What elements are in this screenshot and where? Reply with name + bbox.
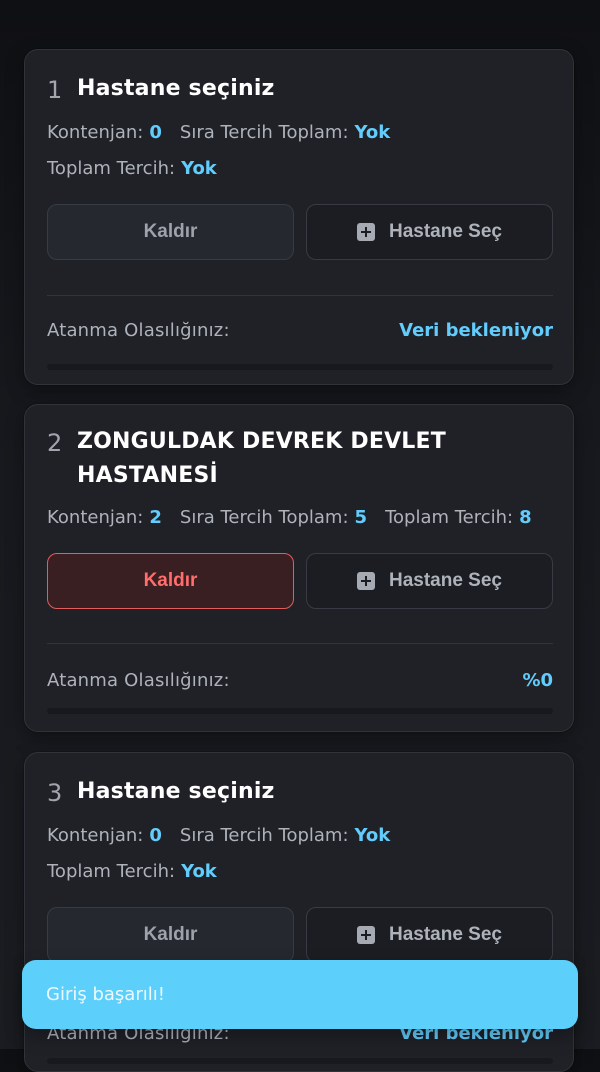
card-bottom-shadow bbox=[47, 364, 553, 370]
stat-quota: Kontenjan: 0 bbox=[47, 823, 162, 849]
preference-index: 2 bbox=[47, 429, 63, 457]
stat-label: Sıra Tercih Toplam: bbox=[179, 825, 349, 846]
card-actions: Kaldır Hastane Seç bbox=[47, 553, 553, 609]
select-hospital-label: Hastane Seç bbox=[388, 570, 502, 591]
card-divider bbox=[47, 295, 553, 296]
hospital-preference-card-1: 1 Hastane seçiniz Kontenjan: 0 Sıra Terc… bbox=[24, 49, 574, 385]
preference-index: 3 bbox=[47, 779, 63, 807]
stat-label: Kontenjan: bbox=[47, 825, 144, 846]
stat-value: Yok bbox=[354, 825, 391, 846]
card-bottom-shadow bbox=[47, 1058, 553, 1064]
login-success-toast: Giriş başarılı! bbox=[22, 960, 578, 1029]
stat-value: 0 bbox=[149, 825, 162, 846]
stat-total-preference: Toplam Tercih: Yok bbox=[47, 859, 217, 885]
hospital-title: Hastane seçiniz bbox=[77, 76, 275, 101]
assignment-probability-row: Atanma Olasılığınız: %0 bbox=[47, 670, 553, 691]
select-hospital-button[interactable]: Hastane Seç bbox=[306, 204, 553, 260]
stat-value: 8 bbox=[519, 507, 532, 528]
stat-rank-preference-total: Sıra Tercih Toplam: Yok bbox=[180, 823, 390, 849]
card-actions: Kaldır Hastane Seç bbox=[47, 907, 553, 963]
card-divider bbox=[47, 643, 553, 644]
stat-label: Kontenjan: bbox=[47, 122, 144, 143]
hospital-preference-card-2: 2 ZONGULDAK DEVREK DEVLET HASTANESİ Kont… bbox=[24, 404, 574, 732]
assignment-probability-value: %0 bbox=[522, 670, 553, 691]
hospital-preferences-list: 1 Hastane seçiniz Kontenjan: 0 Sıra Terc… bbox=[0, 0, 600, 1072]
remove-button[interactable]: Kaldır bbox=[47, 907, 294, 963]
stat-value: 0 bbox=[149, 122, 162, 143]
stat-total-preference: Toplam Tercih: Yok bbox=[47, 156, 217, 182]
preference-index: 1 bbox=[47, 76, 63, 104]
stat-value: Yok bbox=[354, 122, 391, 143]
stat-value: 2 bbox=[149, 507, 162, 528]
assignment-probability-label: Atanma Olasılığınız: bbox=[47, 320, 230, 341]
stats-line-2: Toplam Tercih: Yok bbox=[47, 156, 235, 182]
stats-line-2: Toplam Tercih: Yok bbox=[47, 859, 235, 885]
stat-label: Toplam Tercih: bbox=[47, 861, 176, 882]
stat-total-preference: Toplam Tercih: 8 bbox=[385, 505, 532, 531]
hospital-title: ZONGULDAK DEVREK DEVLET HASTANESİ bbox=[77, 429, 446, 488]
stat-rank-preference-total: Sıra Tercih Toplam: 5 bbox=[180, 505, 367, 531]
assignment-probability-label: Atanma Olasılığınız: bbox=[47, 670, 230, 691]
select-hospital-label: Hastane Seç bbox=[388, 924, 502, 945]
card-actions: Kaldır Hastane Seç bbox=[47, 204, 553, 260]
stat-label: Toplam Tercih: bbox=[385, 507, 514, 528]
stats-line-1: Kontenjan: 0 Sıra Tercih Toplam: Yok bbox=[47, 120, 408, 146]
card-header: 3 Hastane seçiniz bbox=[47, 775, 547, 811]
plus-square-icon bbox=[356, 223, 375, 241]
card-header: 2 ZONGULDAK DEVREK DEVLET HASTANESİ bbox=[47, 425, 547, 493]
stat-value: 5 bbox=[354, 507, 368, 528]
assignment-probability-value: Veri bekleniyor bbox=[399, 320, 553, 341]
stat-label: Kontenjan: bbox=[47, 507, 144, 528]
stat-value: Yok bbox=[181, 158, 217, 179]
plus-square-icon bbox=[356, 572, 375, 590]
assignment-probability-row: Atanma Olasılığınız: Veri bekleniyor bbox=[47, 320, 553, 341]
stat-quota: Kontenjan: 2 bbox=[47, 505, 162, 531]
stats-line-1: Kontenjan: 0 Sıra Tercih Toplam: Yok bbox=[47, 823, 408, 849]
select-hospital-label: Hastane Seç bbox=[388, 221, 502, 242]
plus-square-icon bbox=[356, 926, 375, 944]
toast-message: Giriş başarılı! bbox=[46, 984, 165, 1005]
remove-button[interactable]: Kaldır bbox=[47, 204, 294, 260]
remove-button[interactable]: Kaldır bbox=[47, 553, 294, 609]
stat-value: Yok bbox=[181, 861, 217, 882]
stat-label: Toplam Tercih: bbox=[47, 158, 176, 179]
hospital-title: Hastane seçiniz bbox=[77, 779, 275, 804]
card-header: 1 Hastane seçiniz bbox=[47, 72, 547, 108]
stat-label: Sıra Tercih Toplam: bbox=[179, 122, 349, 143]
stat-label: Sıra Tercih Toplam: bbox=[179, 507, 349, 528]
card-bottom-shadow bbox=[47, 708, 553, 714]
select-hospital-button[interactable]: Hastane Seç bbox=[306, 907, 553, 963]
stats-line-1: Kontenjan: 2 Sıra Tercih Toplam: 5 Topla… bbox=[47, 505, 550, 531]
stat-quota: Kontenjan: 0 bbox=[47, 120, 162, 146]
stat-rank-preference-total: Sıra Tercih Toplam: Yok bbox=[180, 120, 390, 146]
select-hospital-button[interactable]: Hastane Seç bbox=[306, 553, 553, 609]
